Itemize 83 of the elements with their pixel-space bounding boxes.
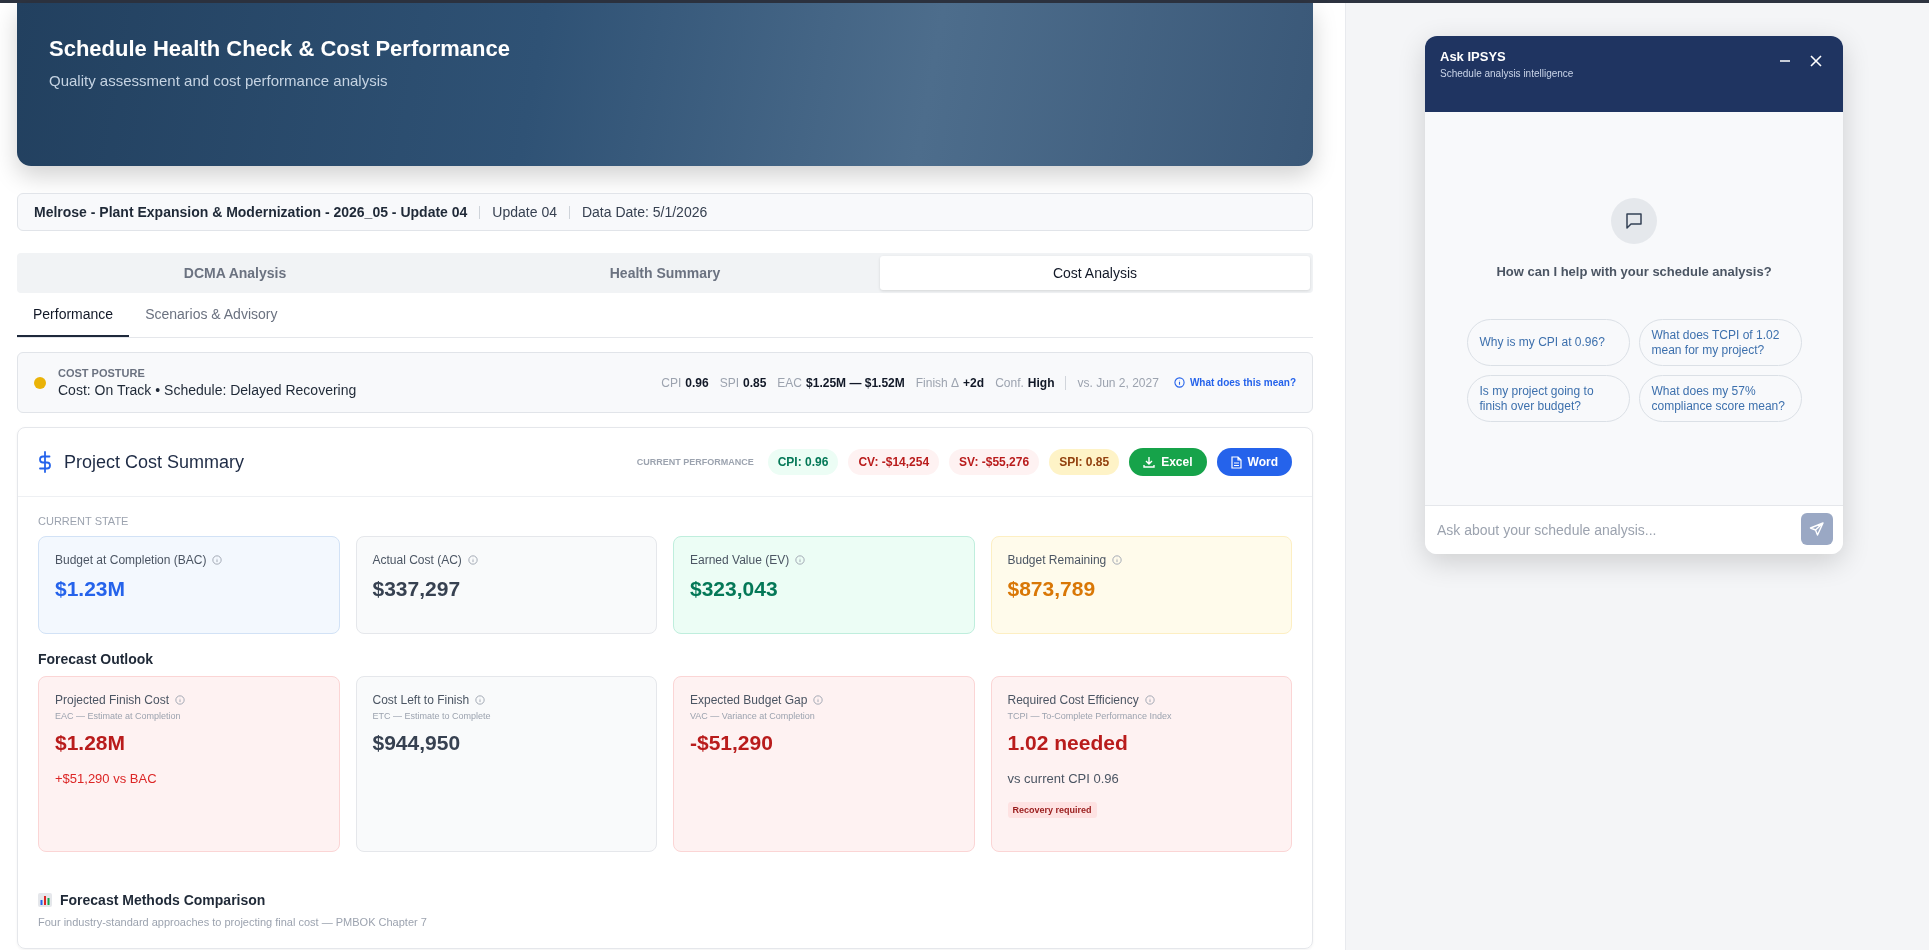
kpi-label: Actual Cost (AC): [372, 553, 462, 567]
info-icon: [1173, 377, 1185, 388]
comparison-date: vs. Jun 2, 2027: [1077, 375, 1159, 390]
kpi-label: Budget at Completion (BAC): [55, 553, 207, 567]
suggestion-chip[interactable]: Is my project going to finish over budget?: [1466, 375, 1630, 422]
info-icon: [475, 695, 486, 705]
info-icon: [795, 555, 806, 565]
data-date: Data Date: 5/1/2026: [581, 204, 708, 220]
speech-bubble-icon: [1624, 211, 1644, 231]
kpi-value: 1.02 needed: [1007, 731, 1128, 755]
metric-value: 0.85: [743, 375, 767, 390]
excel-export-button[interactable]: Excel: [1129, 448, 1207, 476]
kpi-sublabel: EAC — Estimate at Completion: [55, 711, 181, 721]
metric-label: Conf.: [995, 375, 1024, 390]
metric-badge: CPI: 0.96: [767, 449, 839, 475]
kpi-value: $1.28M: [55, 731, 126, 755]
info-icon: [212, 555, 223, 565]
kpi-label: Cost Left to Finish: [372, 693, 470, 707]
kpi-label: Earned Value (EV): [690, 553, 790, 567]
kpi-label: Expected Budget Gap: [690, 693, 808, 707]
metric-value: $1.25M — $1.52M: [806, 375, 905, 390]
chat-input[interactable]: Ask about your schedule analysis...: [1425, 505, 1843, 554]
sub-tab[interactable]: Performance: [17, 293, 130, 337]
current-state-label: CURRENT STATE: [38, 515, 130, 527]
section-title: Forecast Methods Comparison: [60, 892, 266, 908]
update-label: Update 04: [492, 204, 557, 220]
word-export-button[interactable]: Word: [1216, 448, 1292, 476]
kpi-value: $1.23M: [55, 577, 126, 601]
metric-value: +2d: [963, 375, 985, 390]
metric-badge: SV: -$55,276: [949, 449, 1040, 475]
info-icon: [467, 555, 478, 565]
metric-badge: SPI: 0.85: [1049, 449, 1120, 475]
suggestion-chip[interactable]: What does TCPI of 1.02 mean for my project?: [1638, 319, 1802, 366]
chat-prompt: How can I help with your schedule analysis?: [1496, 264, 1772, 279]
posture-status: Cost: On Track • Schedule: Delayed Recovering: [58, 382, 358, 398]
kpi-value: $944,950: [372, 731, 461, 755]
suggestion-chip[interactable]: What does my 57% compliance score mean?: [1638, 375, 1802, 422]
download-icon: [1143, 456, 1156, 468]
tab[interactable]: Health Summary: [450, 256, 880, 290]
kpi-sublabel: TCPI — To-Complete Performance Index: [1007, 711, 1172, 721]
dollar-icon: [38, 451, 52, 473]
chat-subtitle: Schedule analysis intelligence: [1440, 68, 1574, 79]
kpi-value: -$51,290: [690, 731, 773, 755]
tab[interactable]: DCMA Analysis: [20, 256, 450, 290]
kpi-sublabel: ETC — Estimate to Complete: [372, 711, 491, 721]
kpi-label: Required Cost Efficiency: [1007, 693, 1139, 707]
metric-label: CPI: [661, 375, 682, 390]
close-icon: [1809, 54, 1823, 68]
info-icon: [813, 695, 824, 705]
metric-label: SPI: [719, 375, 739, 390]
metric-value: 0.96: [685, 375, 709, 390]
suggestion-chip[interactable]: Why is my CPI at 0.96?: [1466, 319, 1630, 366]
help-link[interactable]: What does this mean?: [1173, 377, 1296, 388]
performance-label: CURRENT PERFORMANCE: [636, 457, 754, 467]
kpi-value: $337,297: [372, 577, 461, 601]
info-icon: [175, 695, 186, 705]
sub-tab[interactable]: Scenarios & Advisory: [129, 293, 294, 337]
bar-chart-icon: [38, 893, 52, 907]
metric-label: Finish Δ: [915, 375, 960, 390]
forecast-outlook-label: Forecast Outlook: [38, 651, 155, 667]
section-subtitle: Four industry-standard approaches to projecting final cost — PMBOK Chapter 7: [38, 916, 428, 928]
kpi-value: $323,043: [690, 577, 778, 601]
metric-label: EAC: [777, 375, 803, 390]
send-icon: [1809, 521, 1825, 537]
kpi-note: vs current CPI 0.96: [1007, 771, 1119, 786]
chat-title: Ask IPSYS: [1440, 49, 1507, 64]
posture-label: COST POSTURE: [58, 367, 146, 379]
kpi-note: +$51,290 vs BAC: [55, 771, 157, 786]
kpi-label: Projected Finish Cost: [55, 693, 170, 707]
kpi-sublabel: VAC — Variance at Completion: [690, 711, 815, 721]
metric-value: High: [1027, 375, 1055, 390]
info-icon: [1112, 555, 1123, 565]
info-icon: [1144, 695, 1155, 705]
kpi-value: $873,789: [1007, 577, 1096, 601]
status-badge: Recovery required: [1007, 802, 1097, 818]
document-icon: [1230, 455, 1242, 469]
page-subtitle: Quality assessment and cost performance analysis: [49, 72, 389, 89]
project-name: Melrose - Plant Expansion & Modernization - 2026_05 - Update 04: [34, 204, 468, 220]
tab[interactable]: Cost Analysis: [880, 256, 1310, 290]
kpi-label: Budget Remaining: [1007, 553, 1107, 567]
metric-badge: CV: -$14,254: [848, 449, 940, 475]
section-title: Project Cost Summary: [64, 451, 246, 473]
page-title: Schedule Health Check & Cost Performance: [49, 36, 511, 62]
